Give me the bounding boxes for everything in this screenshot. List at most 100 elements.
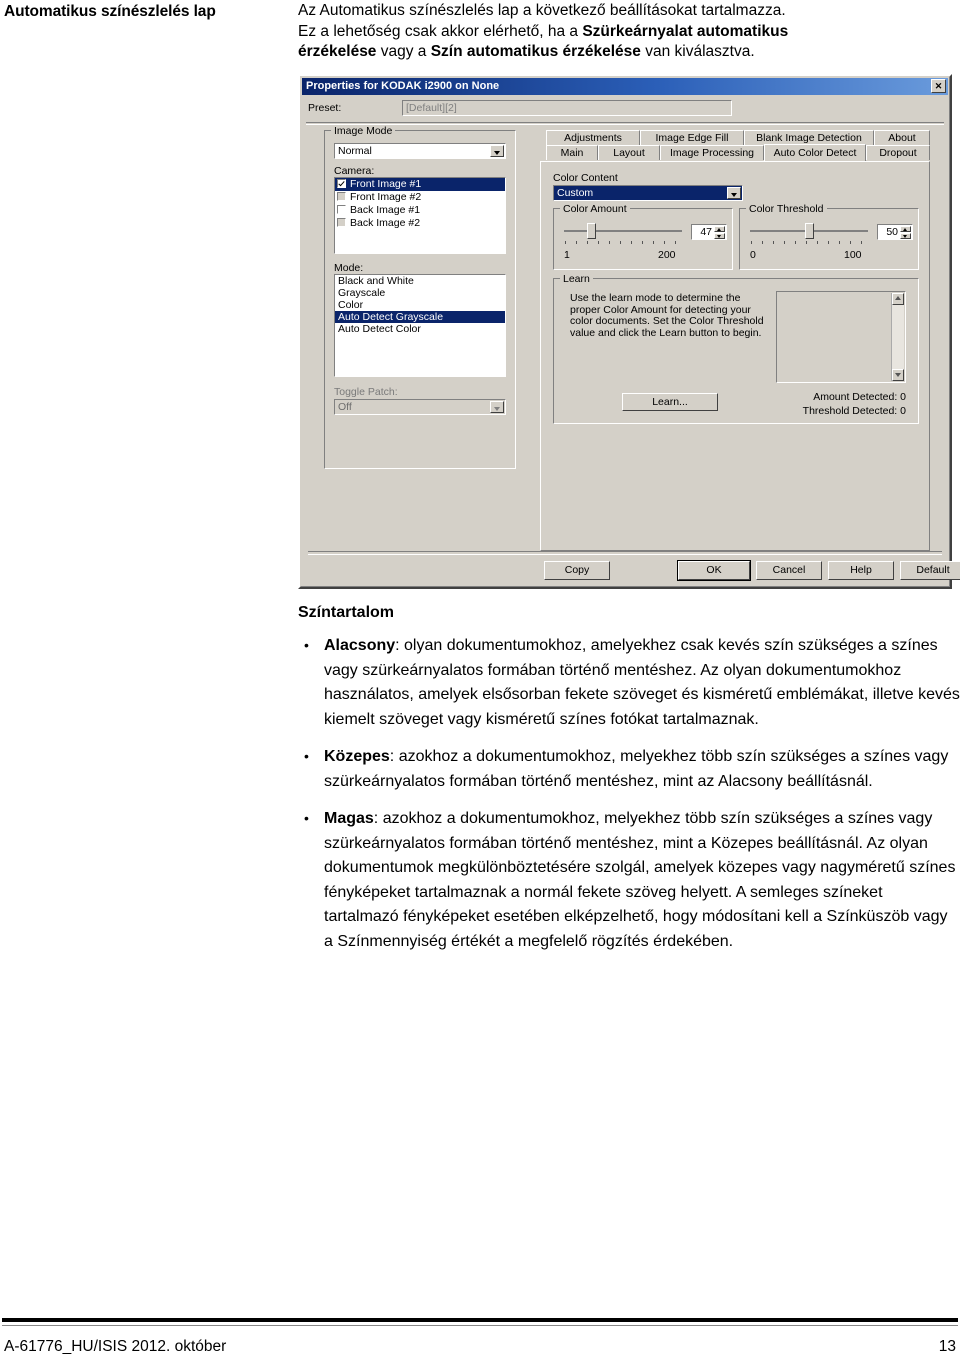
intro-line-1: Az Automatikus színészlelés lap a követk…	[298, 1, 958, 22]
list-item: Magas: azokhoz a dokumentumokhoz, melyek…	[298, 806, 960, 954]
intro-line-2-text-a: Ez a lehetőség csak akkor elérhető, ha a	[298, 22, 583, 40]
intro-line-2-bold: Szürkeárnyalat automatikus	[582, 22, 789, 40]
dialog-title: Properties for KODAK i2900 on None	[306, 80, 500, 92]
scroll-up-icon[interactable]	[892, 293, 904, 305]
color-threshold-min: 0	[750, 249, 756, 261]
mode-item-auto-detect-color[interactable]: Auto Detect Color	[335, 323, 505, 335]
toggle-patch-label: Toggle Patch:	[334, 386, 398, 398]
color-content-value: Custom	[557, 187, 594, 199]
toggle-patch-value: Off	[338, 401, 352, 413]
bullet-text: : azokhoz a dokumentumokhoz, melyekhez t…	[324, 810, 956, 950]
tab-image-processing[interactable]: Image Processing	[660, 145, 764, 160]
intro-line-3-text-b: vagy a	[376, 43, 431, 60]
page-number: 13	[938, 1338, 956, 1355]
camera-item-front-image-1[interactable]: Front Image #1	[335, 178, 505, 191]
spinner-down-icon[interactable]	[714, 233, 725, 239]
slider-thumb[interactable]	[587, 223, 596, 239]
intro-line-2: Ez a lehetőség csak akkor elérhető, ha a…	[298, 22, 958, 43]
copy-button[interactable]: Copy	[544, 561, 610, 580]
checkbox-icon[interactable]	[337, 218, 346, 227]
color-amount-group: Color Amount 1 200 47	[553, 203, 733, 270]
slider-thumb[interactable]	[805, 223, 814, 239]
color-amount-value-spinner[interactable]: 47	[691, 224, 727, 240]
checkbox-icon[interactable]	[337, 192, 346, 201]
mode-item-grayscale[interactable]: Grayscale	[335, 287, 505, 299]
spinner-up-icon[interactable]	[714, 226, 725, 232]
footer-doc-id: A-61776_HU/ISIS 2012. október	[4, 1338, 227, 1355]
intro-line-3-bold-a: érzékelése	[298, 43, 377, 60]
scrollbar-vertical[interactable]	[891, 293, 904, 381]
color-amount-slider[interactable]	[564, 223, 684, 245]
intro-line-3-text-d: van kiválasztva.	[640, 43, 755, 60]
list-item: Közepes: azokhoz a dokumentumokhoz, mely…	[298, 744, 960, 794]
camera-item-label: Front Image #2	[350, 191, 422, 203]
color-amount-max: 200	[658, 249, 676, 261]
bullet-term: Közepes	[324, 748, 390, 765]
mode-item-color[interactable]: Color	[335, 299, 505, 311]
color-threshold-group: Color Threshold 0 100 50	[739, 203, 919, 270]
color-content-label: Color Content	[553, 172, 618, 184]
threshold-detected-value: 0	[900, 405, 906, 417]
amount-detected-value: 0	[900, 391, 906, 403]
intro-line-1-text: Az Automatikus színészlelés lap a követk…	[298, 2, 786, 19]
camera-item-back-image-1[interactable]: Back Image #1	[335, 204, 505, 217]
camera-item-front-image-2[interactable]: Front Image #2	[335, 191, 505, 204]
color-threshold-slider[interactable]	[750, 223, 870, 245]
dialog-titlebar[interactable]: Properties for KODAK i2900 on None ✕	[302, 78, 948, 95]
chevron-down-icon[interactable]	[490, 145, 504, 157]
image-mode-value: Normal	[338, 145, 372, 157]
footer-rule	[2, 1318, 958, 1322]
tab-blank-image-detection[interactable]: Blank Image Detection	[744, 130, 874, 145]
preset-field[interactable]: [Default][2]	[402, 100, 732, 116]
spinner-up-icon[interactable]	[900, 226, 911, 232]
tab-adjustments[interactable]: Adjustments	[546, 130, 640, 145]
learn-group: Learn Use the learn mode to determine th…	[553, 273, 919, 424]
properties-dialog: Properties for KODAK i2900 on None ✕ Pre…	[298, 74, 960, 589]
color-content-combo[interactable]: Custom	[553, 185, 743, 201]
mode-item-auto-detect-grayscale[interactable]: Auto Detect Grayscale	[335, 311, 505, 323]
close-icon[interactable]: ✕	[931, 79, 946, 93]
camera-item-label: Front Image #1	[350, 178, 422, 190]
dialog-button-bar: Copy OK Cancel Help Default	[300, 560, 960, 581]
chevron-down-icon[interactable]	[490, 401, 504, 413]
tab-main[interactable]: Main	[546, 145, 598, 160]
tab-about[interactable]: About	[874, 130, 930, 145]
checkbox-icon[interactable]	[337, 205, 346, 214]
color-threshold-value-spinner[interactable]: 50	[877, 224, 913, 240]
ok-button[interactable]: OK	[677, 560, 751, 581]
tab-image-edge-fill[interactable]: Image Edge Fill	[640, 130, 744, 145]
cancel-button[interactable]: Cancel	[756, 561, 822, 580]
slider-ticks	[564, 241, 684, 245]
footer-rule-thin	[2, 1325, 958, 1326]
checkbox-icon[interactable]	[337, 179, 346, 188]
chevron-down-icon[interactable]	[727, 187, 741, 199]
button-bar-separator	[308, 551, 942, 555]
intro-line-3: érzékelése vagy a Szín automatikus érzék…	[298, 42, 958, 63]
tab-auto-color-detect[interactable]: Auto Color Detect	[764, 144, 866, 161]
tab-dropout[interactable]: Dropout	[866, 145, 930, 160]
tab-layout[interactable]: Layout	[598, 145, 660, 160]
bullet-term: Magas	[324, 810, 374, 827]
learn-results-textarea[interactable]	[776, 291, 906, 383]
image-mode-combo[interactable]: Normal	[334, 143, 506, 159]
toggle-patch-combo[interactable]: Off	[334, 399, 506, 415]
camera-item-back-image-2[interactable]: Back Image #2	[335, 217, 505, 230]
scroll-down-icon[interactable]	[892, 369, 904, 381]
slider-track	[564, 230, 682, 232]
amount-detected-label: Amount Detected:	[813, 391, 898, 403]
camera-item-label: Back Image #2	[350, 217, 421, 229]
spinner-down-icon[interactable]	[900, 233, 911, 239]
camera-listbox[interactable]: Front Image #1 Front Image #2 Back Image…	[334, 177, 506, 254]
list-item: Alacsony: olyan dokumentumokhoz, amelyek…	[298, 633, 960, 732]
learn-group-label: Learn	[560, 273, 593, 285]
camera-item-label: Back Image #1	[350, 204, 421, 216]
learn-button[interactable]: Learn...	[622, 393, 718, 411]
bullet-text: : azokhoz a dokumentumokhoz, melyekhez t…	[324, 748, 949, 790]
mode-listbox[interactable]: Black and White Grayscale Color Auto Det…	[334, 274, 506, 377]
tab-row-bottom: Main Layout Image Processing Auto Color …	[540, 144, 930, 161]
default-button[interactable]: Default	[900, 561, 960, 580]
help-button[interactable]: Help	[828, 561, 894, 580]
color-amount-label: Color Amount	[560, 203, 630, 215]
mode-item-black-and-white[interactable]: Black and White	[335, 275, 505, 287]
camera-label: Camera:	[334, 165, 375, 177]
